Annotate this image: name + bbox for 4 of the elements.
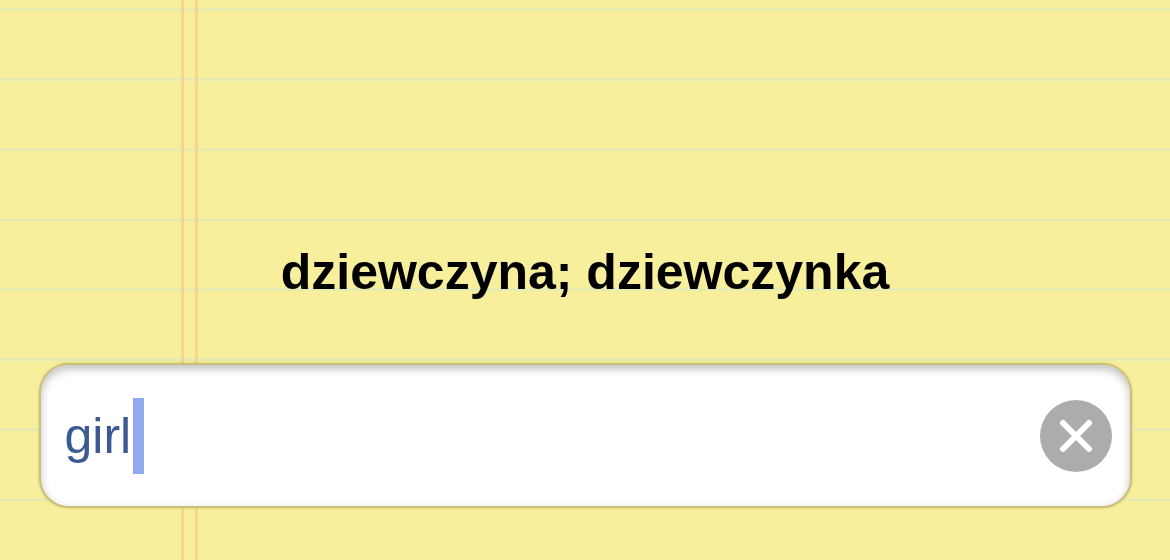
answer-value: girl (64, 406, 132, 465)
answer-field[interactable]: girl (38, 363, 1132, 508)
translation-text: dziewczyna; dziewczynka (280, 243, 890, 302)
close-icon (1058, 418, 1093, 453)
